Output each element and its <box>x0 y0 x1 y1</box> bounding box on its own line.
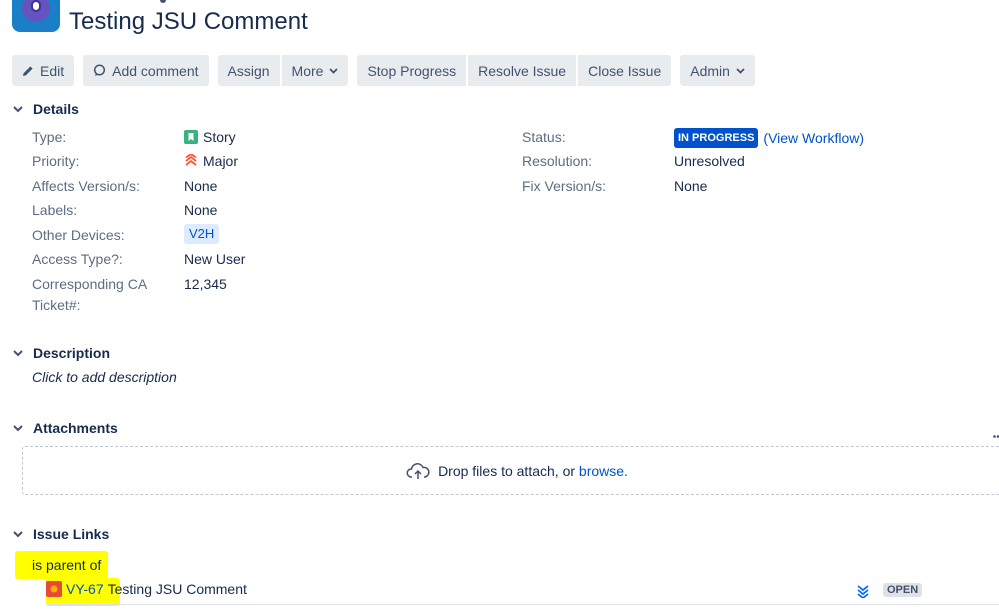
admin-label: Admin <box>690 62 730 79</box>
attachment-dropzone[interactable]: Drop files to attach, or browse. <box>22 446 999 495</box>
chevron-down-icon <box>11 527 25 541</box>
affects-version-label: Affects Version/s: <box>32 178 140 194</box>
description-heading: Description <box>33 345 111 361</box>
issue-toolbar: Edit Add comment Assign More Stop Progre… <box>12 55 764 86</box>
attachments-section-toggle[interactable]: Attachments <box>11 418 118 438</box>
ca-ticket-value[interactable]: 12,345 <box>184 275 227 293</box>
more-label: More <box>291 62 324 79</box>
view-workflow-link[interactable]: (View Workflow) <box>763 129 864 147</box>
chevron-down-icon <box>329 67 339 74</box>
access-type-value[interactable]: New User <box>184 250 245 268</box>
close-issue-button[interactable]: Close Issue <box>578 55 672 86</box>
description-section-toggle[interactable]: Description <box>11 343 110 363</box>
linked-status-lozenge: OPEN <box>883 583 923 597</box>
ca-ticket-label-line1: Corresponding CA <box>32 276 148 292</box>
edit-label: Edit <box>40 62 65 79</box>
more-button[interactable]: More <box>281 55 349 86</box>
resolution-value: Unresolved <box>674 153 745 169</box>
ca-ticket-label-line2: Ticket#: <box>32 297 81 313</box>
admin-button[interactable]: Admin <box>680 55 755 86</box>
access-type-label: Access Type?: <box>32 251 123 267</box>
edit-button[interactable]: Edit <box>12 55 75 86</box>
issue-links-heading: Issue Links <box>33 526 110 542</box>
description-placeholder[interactable]: Click to add description <box>32 369 177 385</box>
issue-summary[interactable]: Testing JSU Comment <box>69 6 308 38</box>
issue-links-section-toggle[interactable]: Issue Links <box>11 524 109 544</box>
close-issue-label: Close Issue <box>588 62 662 79</box>
type-label: Type: <box>32 129 67 145</box>
stop-progress-button[interactable]: Stop Progress <box>357 55 467 86</box>
chevron-down-icon <box>736 67 745 74</box>
linked-issue-row[interactable]: VY-67 Testing JSU Comment <box>46 581 247 597</box>
other-devices-value[interactable]: V2H <box>184 224 220 244</box>
drop-text: Drop files to attach, or <box>438 462 576 479</box>
breadcrumb[interactable] <box>160 0 166 3</box>
bug-icon <box>46 581 62 597</box>
add-comment-button[interactable]: Add comment <box>83 55 209 86</box>
chevron-down-icon <box>11 346 25 360</box>
details-section-toggle[interactable]: Details <box>11 99 79 119</box>
resolve-issue-button[interactable]: Resolve Issue <box>468 55 577 86</box>
status-lozenge: IN PROGRESS <box>674 128 759 148</box>
edit-icon <box>23 65 33 76</box>
priority-value[interactable]: Major <box>184 152 238 170</box>
cloud-upload-icon <box>406 462 430 479</box>
labels-label: Labels: <box>32 202 78 218</box>
chevron-down-icon <box>11 421 25 435</box>
labels-value[interactable]: None <box>184 201 217 219</box>
story-icon <box>184 130 198 144</box>
linked-issue-summary[interactable]: Testing JSU Comment <box>108 581 247 597</box>
status-label: Status: <box>522 129 566 145</box>
assign-button[interactable]: Assign <box>217 55 280 86</box>
resolution-label: Resolution: <box>522 153 593 169</box>
chevron-down-icon <box>11 102 25 116</box>
fix-version-label: Fix Version/s: <box>522 178 607 194</box>
add-comment-label: Add comment <box>112 62 199 79</box>
priority-major-icon <box>185 154 197 166</box>
row-divider <box>46 604 999 605</box>
priority-text: Major <box>203 153 239 169</box>
fix-version-value[interactable]: None <box>674 177 707 195</box>
stop-progress-label: Stop Progress <box>367 62 457 79</box>
device-tag[interactable]: V2H <box>184 224 220 244</box>
details-heading: Details <box>33 101 79 117</box>
type-value[interactable]: Story <box>184 128 236 146</box>
more-options-icon[interactable] <box>993 425 999 438</box>
resolve-issue-label: Resolve Issue <box>478 62 567 79</box>
type-text: Story <box>203 129 236 145</box>
comment-icon <box>94 64 106 76</box>
other-devices-label: Other Devices: <box>32 227 125 243</box>
priority-lowest-icon <box>856 584 870 601</box>
assign-label: Assign <box>227 62 270 79</box>
link-relation: is parent of <box>32 557 102 573</box>
affects-version-value[interactable]: None <box>184 177 217 195</box>
browse-link[interactable]: browse. <box>579 463 628 479</box>
project-avatar[interactable] <box>12 0 60 32</box>
linked-issue-key[interactable]: VY-67 <box>66 581 104 597</box>
status-value: IN PROGRESS (View Workflow) <box>674 128 864 148</box>
attachments-heading: Attachments <box>33 420 118 436</box>
priority-label: Priority: <box>32 153 80 169</box>
ca-ticket-label: Corresponding CA Ticket#: <box>32 275 147 314</box>
